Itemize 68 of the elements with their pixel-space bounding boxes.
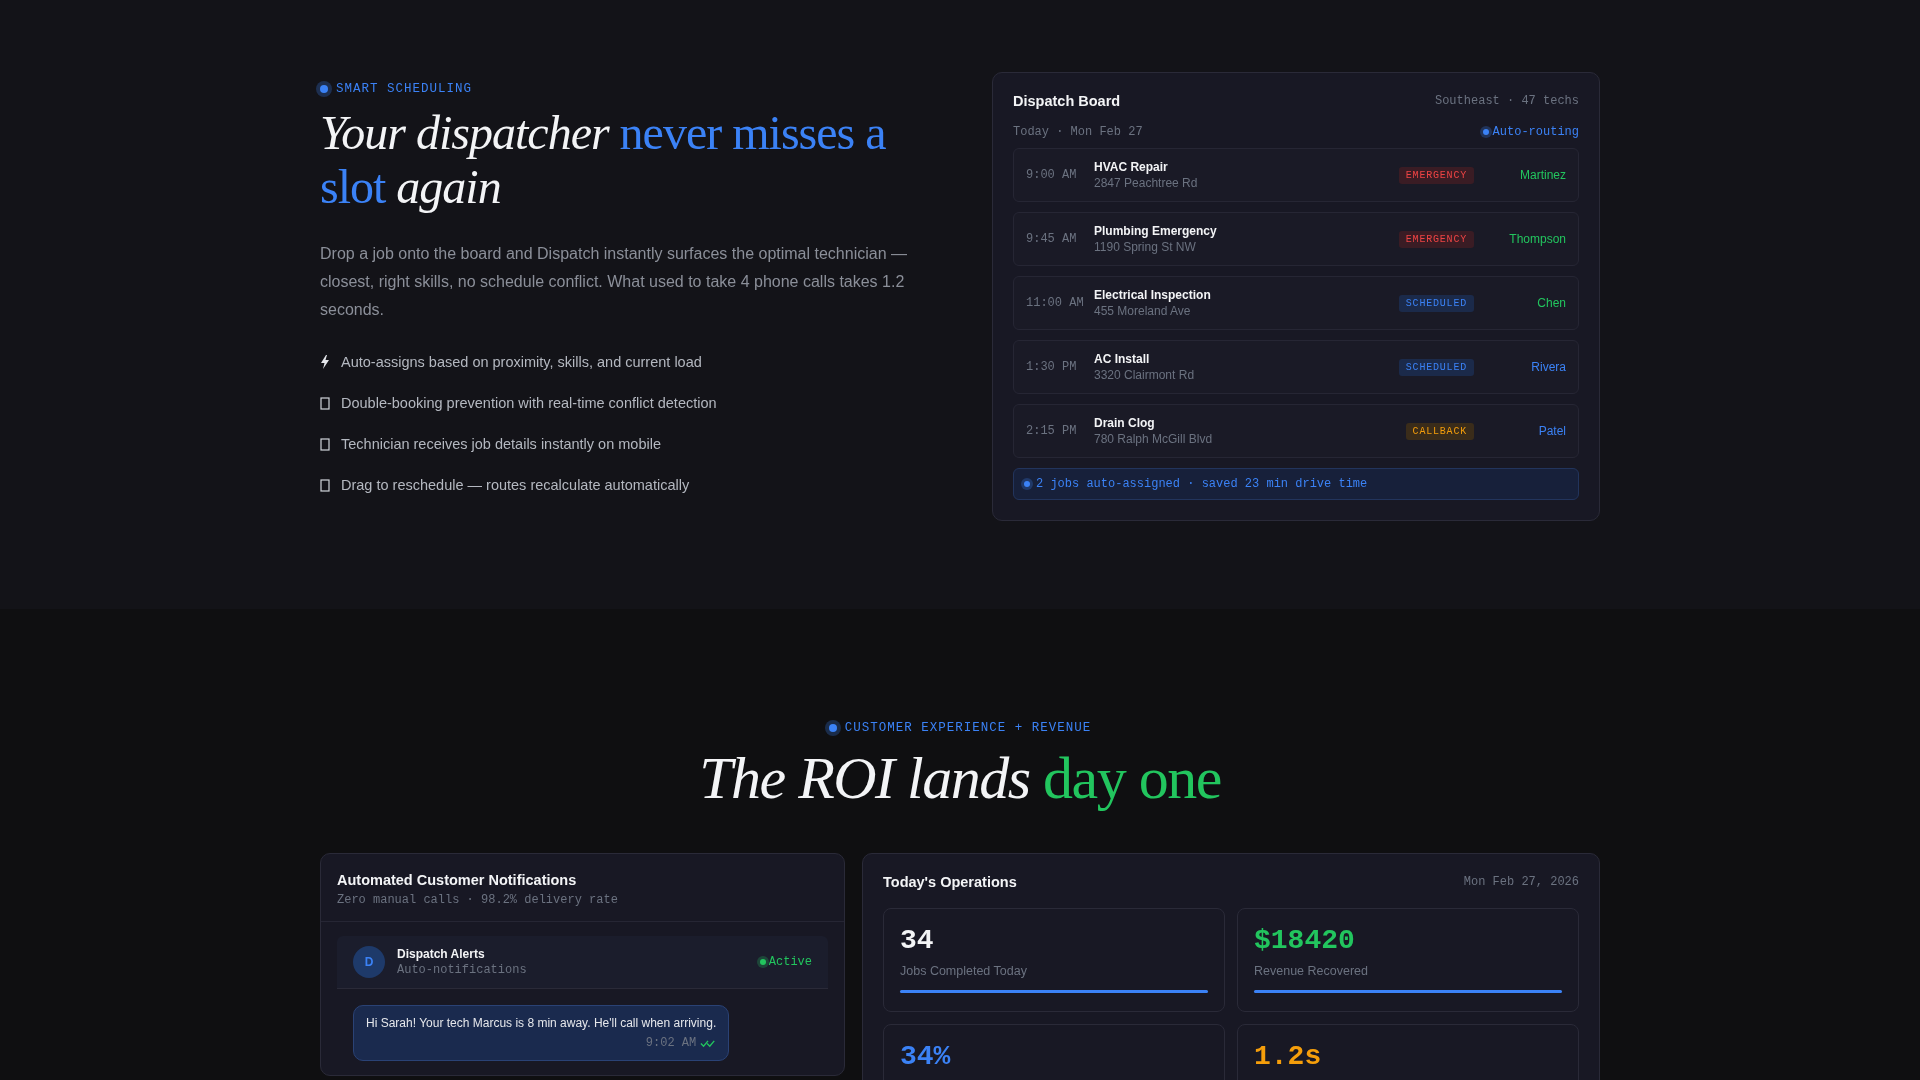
stat-value: $18420 (1254, 925, 1356, 956)
job-row[interactable]: 9:45 AM Plumbing Emergency 1190 Spring St NW EMERGENCY Thompson (1013, 212, 1579, 266)
card-subtitle: Zero manual calls · 98.2% delivery rate (337, 893, 619, 907)
board-title: Dispatch Board (1013, 93, 1121, 109)
stat-label: Revenue Recovered (1254, 964, 1369, 978)
description: Drop a job onto the board and Dispatch instantly surfaces the optimal technician — closest, right skills, no schedule conflict. What used to take 4 phone calls takes 1.2 seconds. (320, 244, 908, 320)
status-dot-icon (1024, 481, 1030, 487)
missing-glyph-icon (320, 478, 330, 492)
status-badge: SCHEDULED (1398, 294, 1474, 312)
job-time: 11:00 AM (1026, 295, 1085, 311)
headline: The ROI lands day one (698, 744, 1222, 813)
job-address: 1190 Spring St NW (1094, 240, 1197, 254)
job-row[interactable]: 9:00 AM HVAC Repair 2847 Peachtree Rd EMERGENCY Martinez (1013, 148, 1579, 202)
job-address: 2847 Peachtree Rd (1094, 176, 1199, 190)
status-label: Active (768, 955, 812, 969)
status-dot-icon (759, 959, 766, 965)
feature-text: Drag to reschedule — routes recalculate automatically (341, 477, 690, 493)
feature-text: Double-booking prevention with real-time conflict detection (341, 395, 717, 411)
stat-value: 34% (900, 1041, 952, 1072)
status-badge: SCHEDULED (1398, 358, 1474, 376)
date-text: Today · Mon Feb 27 (1013, 125, 1143, 139)
stat-value: 1.2s (1254, 1041, 1323, 1072)
avatar: D (353, 946, 385, 978)
sender-subtitle: Auto-notifications (397, 963, 528, 977)
job-address: 780 Ralph McGill Blvd (1094, 432, 1214, 446)
section-eyebrow: SMART SCHEDULING (336, 82, 473, 96)
technician-name: Chen (1536, 296, 1566, 310)
job-title: Drain Clog (1094, 416, 1156, 430)
missing-glyph-icon (320, 396, 330, 410)
job-title: AC Install (1094, 352, 1151, 366)
job-address: 455 Moreland Ave (1094, 304, 1192, 318)
card-title: Today's Operations (883, 874, 1017, 890)
sender-name: Dispatch Alerts (397, 947, 486, 961)
card-title: Automated Customer Notifications (337, 872, 578, 888)
technician-name: Thompson (1508, 232, 1566, 246)
job-title: HVAC Repair (1094, 160, 1169, 174)
technician-name: Patel (1537, 424, 1566, 438)
stat-label: Jobs Completed Today (900, 964, 1028, 978)
job-time: 9:45 AM (1026, 231, 1078, 247)
job-time: 1:30 PM (1026, 359, 1078, 375)
missing-glyph-icon (320, 437, 330, 451)
status-badge: EMERGENCY (1398, 230, 1474, 248)
feature-text: Auto-assigns based on proximity, skills, and current load (341, 354, 702, 370)
status-badge: EMERGENCY (1398, 166, 1474, 184)
job-title: Electrical Inspection (1094, 288, 1212, 302)
headline: Your dispatcher never misses a slot again (320, 106, 887, 214)
region-text: Southeast · 47 techs (1434, 94, 1579, 108)
status-dot-icon (828, 724, 837, 732)
lightning-icon (320, 355, 330, 369)
status-badge: CALLBACK (1405, 422, 1474, 440)
message-time: 9:02 AM (645, 1036, 697, 1050)
auto-routing-label: Auto-routing (1492, 125, 1579, 139)
job-time: 9:00 AM (1026, 167, 1078, 183)
job-row[interactable]: 1:30 PM AC Install 3320 Clairmont Rd SCHEDULED Rivera (1013, 340, 1579, 394)
status-dot-icon (1482, 129, 1489, 135)
banner-text: 2 jobs auto-assigned · saved 23 min drive time (1036, 477, 1368, 491)
technician-name: Martinez (1519, 168, 1566, 182)
job-time: 2:15 PM (1026, 423, 1078, 439)
job-title: Plumbing Emergency (1094, 224, 1218, 238)
section-eyebrow: CUSTOMER EXPERIENCE + REVENUE (844, 721, 1092, 735)
technician-name: Rivera (1530, 360, 1566, 374)
job-address: 3320 Clairmont Rd (1094, 368, 1196, 382)
date-text: Mon Feb 27, 2026 (1463, 875, 1579, 889)
status-dot-icon (320, 85, 328, 93)
feature-text: Technician receives job details instantly on mobile (341, 436, 661, 452)
message-text: Hi Sarah! Your tech Marcus is 8 min away. He'll call when arriving. (366, 1016, 717, 1030)
stat-value: 34 (900, 925, 935, 956)
job-row[interactable]: 2:15 PM Drain Clog 780 Ralph McGill Blvd CALLBACK Patel (1013, 404, 1579, 458)
